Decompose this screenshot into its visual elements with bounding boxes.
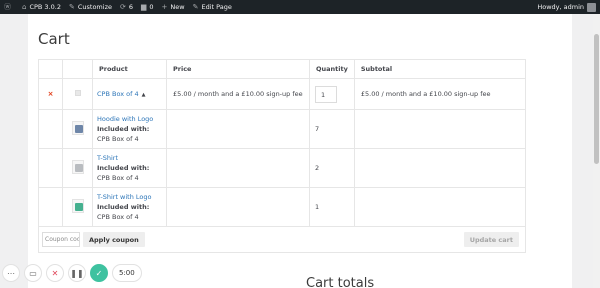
included-label: Included with:: [97, 125, 150, 133]
page-scrollbar[interactable]: [593, 14, 600, 288]
product-link[interactable]: Hoodie with Logo: [97, 115, 153, 123]
tshirt-logo-icon[interactable]: [71, 199, 84, 213]
table-row: × CPB Box of 4 ▲ £5.00 / month and a £10.…: [38, 78, 527, 110]
site-name-link[interactable]: ⌂ CPB 3.0.2: [18, 0, 65, 14]
header-quantity: Quantity: [309, 59, 355, 79]
recorder-toolbar: ⋯ ▭ ✕ ❚❚ ✓ 5:00: [2, 262, 142, 284]
table-row: T-Shirt Included with: CPB Box of 4 2: [38, 148, 527, 188]
table-row: T-Shirt with Logo Included with: CPB Box …: [38, 187, 527, 227]
product-link[interactable]: CPB Box of 4: [97, 90, 139, 98]
plus-icon: +: [161, 3, 168, 11]
child-quantity: 1: [309, 187, 355, 227]
finish-recording-button[interactable]: ✓: [90, 264, 108, 282]
cart-table: Product Price Quantity Subtotal × CPB Bo…: [38, 59, 527, 253]
comment-icon: ▆: [141, 3, 147, 11]
edit-page-link[interactable]: ✎ Edit Page: [189, 0, 236, 14]
product-link[interactable]: T-Shirt: [97, 154, 118, 162]
admin-bar: ⓦ ⌂ CPB 3.0.2 ✎ Customize ⟳ 6 ▆ 0 + New ✎ Edit…: [0, 0, 600, 14]
update-cart-button[interactable]: Update cart: [463, 232, 519, 247]
included-label: Included with:: [97, 203, 150, 211]
collapse-toggle-icon[interactable]: ▲: [142, 92, 146, 98]
hoodie-icon[interactable]: [71, 121, 84, 135]
product-price: £5.00 / month and a £10.00 sign-up fee: [166, 78, 310, 110]
scrollbar-thumb[interactable]: [594, 34, 599, 164]
header-product: Product: [92, 59, 167, 79]
coupon-code-input[interactable]: Coupon code: [42, 232, 80, 247]
customize-link[interactable]: ✎ Customize: [65, 0, 116, 14]
included-in: CPB Box of 4: [97, 213, 139, 221]
header-subtotal: Subtotal: [353, 59, 527, 79]
child-quantity: 7: [309, 109, 355, 149]
coupon-row: Coupon code Apply coupon Update cart: [38, 226, 526, 253]
updates-link[interactable]: ⟳ 6: [116, 0, 137, 14]
cart-totals-heading: Cart totals: [306, 276, 375, 288]
included-in: CPB Box of 4: [97, 135, 139, 143]
home-icon: ⌂: [22, 3, 27, 11]
pause-icon[interactable]: ❚❚: [68, 264, 86, 282]
product-thumbnail[interactable]: [74, 90, 81, 96]
pencil-icon: ✎: [192, 3, 199, 11]
more-icon[interactable]: ⋯: [2, 264, 20, 282]
comments-link[interactable]: ▆ 0: [137, 0, 158, 14]
included-label: Included with:: [97, 164, 150, 172]
brush-icon: ✎: [68, 3, 75, 11]
table-row: Hoodie with Logo Included with: CPB Box o…: [38, 109, 527, 149]
product-subtotal: £5.00 / month and a £10.00 sign-up fee: [353, 78, 527, 110]
included-in: CPB Box of 4: [97, 174, 139, 182]
camera-icon[interactable]: ▭: [24, 264, 42, 282]
quantity-input[interactable]: 1: [315, 85, 337, 103]
refresh-icon: ⟳: [119, 3, 126, 11]
cancel-recording-button[interactable]: ✕: [46, 264, 64, 282]
remove-item-icon[interactable]: ×: [48, 90, 54, 98]
wp-logo-button[interactable]: ⓦ: [0, 0, 18, 14]
table-header-row: Product Price Quantity Subtotal: [38, 59, 527, 79]
child-quantity: 2: [309, 148, 355, 188]
new-content-link[interactable]: + New: [158, 0, 189, 14]
apply-coupon-button[interactable]: Apply coupon: [83, 232, 145, 247]
avatar: [587, 2, 596, 12]
tshirt-icon[interactable]: [71, 160, 84, 174]
page-title: Cart: [38, 30, 70, 48]
account-menu[interactable]: Howdy, admin: [533, 0, 600, 14]
wordpress-icon: ⓦ: [4, 3, 11, 11]
product-link[interactable]: T-Shirt with Logo: [97, 193, 152, 201]
header-price: Price: [166, 59, 310, 79]
recording-timer: 5:00: [112, 264, 142, 282]
